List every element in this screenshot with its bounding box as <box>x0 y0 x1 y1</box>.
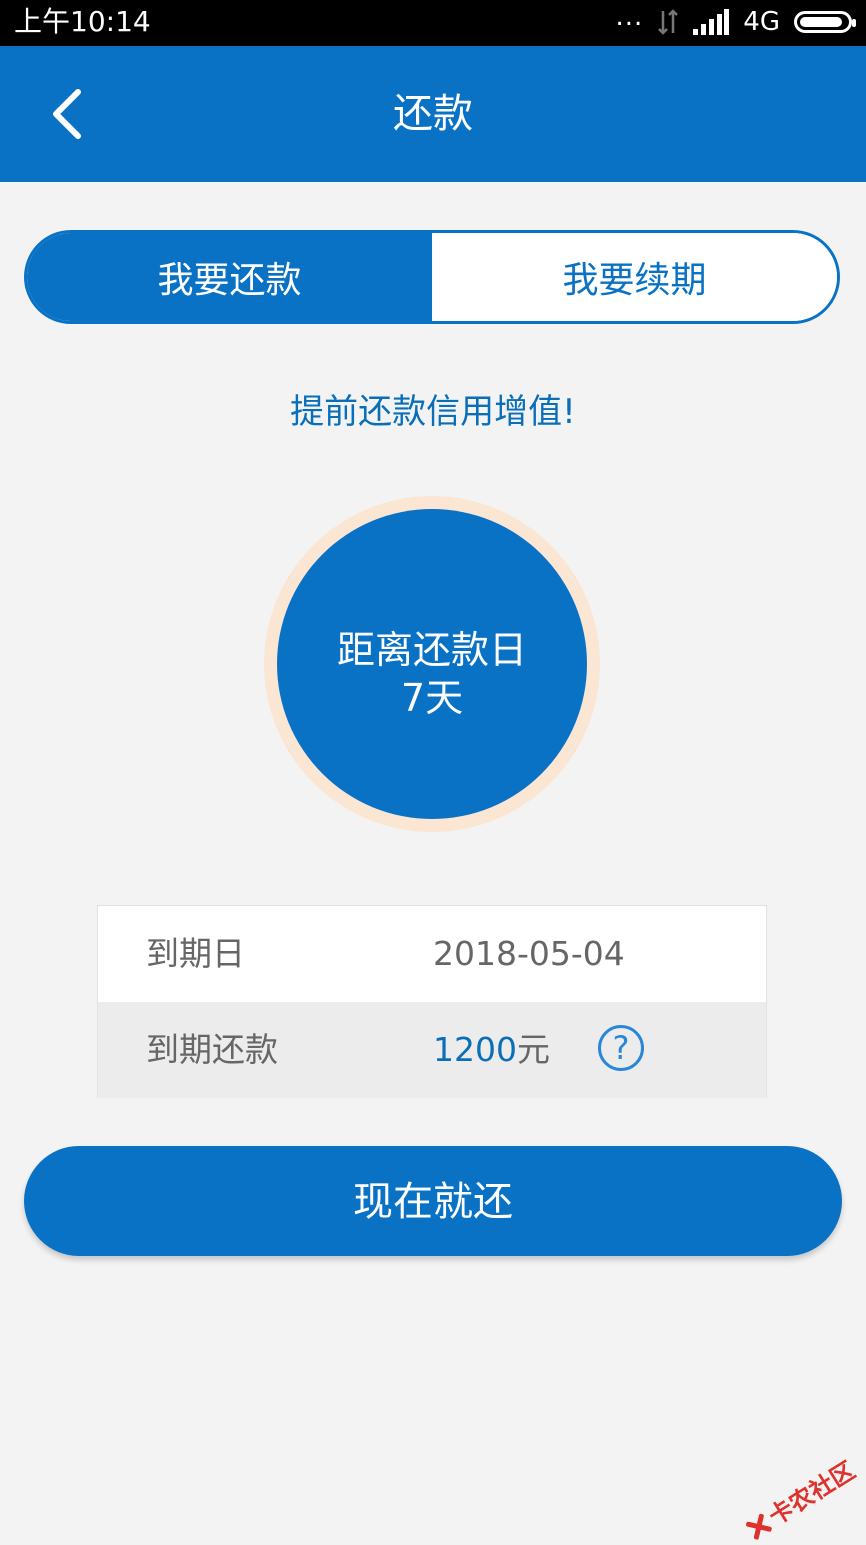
status-indicators: ... 4G <box>615 2 856 39</box>
status-time: 上午10:14 <box>14 5 151 38</box>
watermark: 卡农社区 <box>742 1456 860 1544</box>
tab-renew[interactable]: 我要续期 <box>432 233 837 321</box>
nav-bar: 还款 <box>0 46 866 182</box>
amount-value: 1200元 <box>433 1026 550 1074</box>
data-transfer-icon <box>658 9 679 35</box>
pay-now-button[interactable]: 现在就还 <box>24 1146 842 1256</box>
due-date-label: 到期日 <box>146 934 245 973</box>
watermark-text: 卡农社区 <box>763 1456 860 1531</box>
amount-label: 到期还款 <box>146 1030 278 1069</box>
countdown-circle: 距离还款日 7天 <box>277 509 587 819</box>
notification-dots: ... <box>615 2 644 32</box>
due-date-value: 2018-05-04 <box>433 934 625 973</box>
segmented-control: 我要还款 我要续期 <box>24 230 840 324</box>
countdown-label: 距离还款日 <box>336 628 527 672</box>
amount-unit: 元 <box>516 1030 550 1069</box>
page-title: 还款 <box>393 91 473 137</box>
tab-repay[interactable]: 我要还款 <box>27 233 432 321</box>
amount-row: 到期还款 1200元 ? <box>98 1002 766 1098</box>
countdown-ring: 距离还款日 7天 <box>264 496 600 832</box>
due-date-row: 到期日 2018-05-04 <box>98 906 766 1002</box>
countdown-days: 7天 <box>400 676 464 720</box>
question-circle-icon[interactable]: ? <box>598 1025 644 1071</box>
slogan-text: 提前还款信用增值! <box>290 392 576 432</box>
amount-number: 1200 <box>433 1030 517 1069</box>
network-type: 4G <box>743 7 780 37</box>
status-bar: 上午10:14 ... 4G <box>0 0 866 46</box>
cellular-signal-icon <box>693 9 730 35</box>
battery-icon <box>794 11 856 33</box>
repayment-info-card: 到期日 2018-05-04 到期还款 1200元 ? <box>97 905 767 1098</box>
